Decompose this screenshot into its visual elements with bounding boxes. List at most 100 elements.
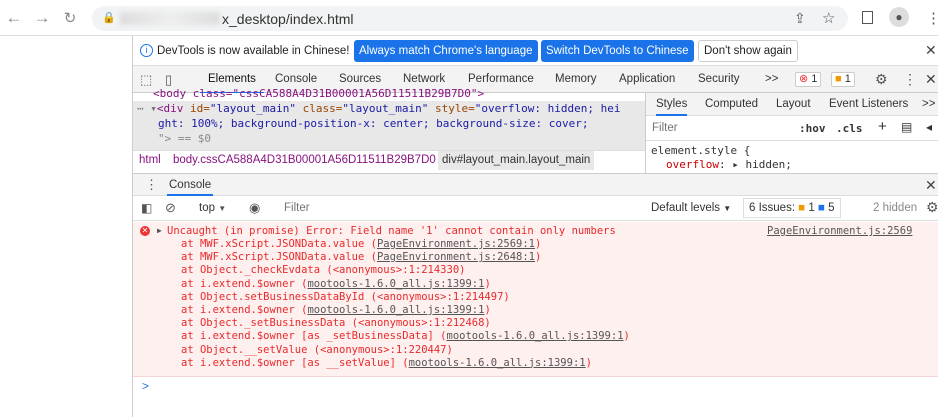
tab-layout[interactable]: Layout <box>776 98 811 110</box>
frame-text: at i.extend.$owner [as __setValue] ( <box>181 356 409 369</box>
tab-console-drawer[interactable]: Console <box>167 179 214 196</box>
tab-elements[interactable]: Elements <box>200 73 264 94</box>
breadcrumb-html[interactable]: html <box>139 154 161 166</box>
device-toolbar-icon[interactable]: ▯ <box>165 72 172 88</box>
live-expression-eye-icon[interactable]: ◉ <box>249 200 260 216</box>
console-prompt[interactable]: > <box>142 379 149 393</box>
frame-source-link[interactable]: PageEnvironment.js:2648:1 <box>377 251 535 263</box>
tab-console[interactable]: Console <box>275 73 317 85</box>
forward-icon[interactable]: → <box>32 8 52 28</box>
dom-node-style-cont: ght: 100%; background-position-x: center… <box>158 117 589 130</box>
drawer-menu-icon[interactable]: ⋮ <box>145 177 158 193</box>
console-drawer-header: ⋮ Console ✕ <box>133 173 938 196</box>
frame-source-link[interactable]: mootools-1.6.0_all.js:1399:1 <box>307 304 484 316</box>
error-icon: ✕ <box>140 226 150 236</box>
frame-text: at i.extend.$owner [as _setBusinessData]… <box>181 330 447 343</box>
share-icon[interactable]: ⇪ <box>794 10 806 27</box>
stack-frame: at Object.__setValue (<anonymous>:1:2204… <box>181 344 453 357</box>
tab-styles[interactable]: Styles <box>656 98 688 116</box>
lock-icon: 🔒 <box>102 12 116 24</box>
profile-avatar-icon[interactable]: ● <box>889 7 909 27</box>
warning-icon: ■ <box>835 73 842 85</box>
issues-button[interactable]: 6 Issues: ■ 1 ■ 5 <box>743 198 841 218</box>
frame-end: ) <box>585 356 592 369</box>
cls-toggle[interactable]: .cls <box>836 122 863 135</box>
dom-node-body[interactable]: <body class="cssCA588A4D31B00001A56D1151… <box>153 87 484 100</box>
styles-filter-input[interactable] <box>649 118 789 138</box>
frame-text: at i.extend.$owner ( <box>181 304 308 316</box>
back-icon[interactable]: ← <box>4 8 24 28</box>
blurred-host <box>120 12 220 25</box>
expand-triangle-icon[interactable]: ▶ <box>157 226 162 235</box>
dom-node-end: "> == $0 <box>158 132 211 145</box>
tab-security[interactable]: Security <box>698 73 740 85</box>
frame-text: at Object._setBusinessData (<anonymous>:… <box>181 317 491 330</box>
star-icon[interactable]: ☆ <box>822 9 835 27</box>
tab-performance[interactable]: Performance <box>468 73 534 85</box>
close-drawer-icon[interactable]: ✕ <box>925 177 937 194</box>
stack-frame: at i.extend.$owner (mootools-1.6.0_all.j… <box>181 304 491 317</box>
tab-network[interactable]: Network <box>403 73 445 85</box>
breadcrumb-body[interactable]: body.cssCA588A4D31B00001A56D11511B29B7D0 <box>173 154 436 166</box>
warning-count-badge[interactable]: ■ 1 <box>831 72 855 87</box>
toggle-sidebar-icon[interactable]: ◂ <box>926 120 932 134</box>
console-filter-input[interactable] <box>279 198 639 218</box>
reload-icon[interactable]: ↻ <box>60 9 80 27</box>
more-tabs-button[interactable]: >> <box>765 73 778 85</box>
language-infobar: i DevTools is now available in Chinese! … <box>133 36 938 66</box>
console-settings-icon[interactable]: ⚙ <box>926 199 938 216</box>
styles-more-tabs[interactable]: >> <box>922 98 935 110</box>
frame-source-link[interactable]: PageEnvironment.js:2569:1 <box>377 238 535 250</box>
frame-text: at Object._checkEvdata (<anonymous>:1:21… <box>181 264 466 277</box>
side-panel-icon[interactable] <box>862 11 873 24</box>
frame-text: at MWF.xScript.JSONData.value ( <box>181 238 377 250</box>
frame-text: at Object.setBusinessDataById (<anonymou… <box>181 290 510 303</box>
frame-source-link[interactable]: mootools-1.6.0_all.js:1399:1 <box>409 357 586 369</box>
inspect-element-icon[interactable]: ⬚ <box>140 72 152 88</box>
frame-source-link[interactable]: mootools-1.6.0_all.js:1399:1 <box>307 278 484 290</box>
tab-computed[interactable]: Computed <box>705 98 758 110</box>
info-icon: i <box>140 44 153 57</box>
tab-application[interactable]: Application <box>619 73 675 85</box>
tab-event-listeners[interactable]: Event Listeners <box>829 98 908 110</box>
hov-toggle[interactable]: :hov <box>799 122 826 135</box>
more-options-icon[interactable]: ⋮ <box>903 71 917 88</box>
devtools: i DevTools is now available in Chinese! … <box>133 36 938 417</box>
clear-console-icon[interactable]: ⊘ <box>165 200 176 216</box>
paint-icon[interactable]: ▤ <box>901 120 912 134</box>
tab-memory[interactable]: Memory <box>555 73 597 85</box>
context-select[interactable]: top ▼ <box>199 202 226 214</box>
stack-frame: at i.extend.$owner (mootools-1.6.0_all.j… <box>181 278 491 291</box>
element-style-rule: element.style { <box>651 144 751 157</box>
frame-text: at Object.__setValue (<anonymous>:1:2204… <box>181 343 453 356</box>
settings-gear-icon[interactable]: ⚙ <box>875 71 888 88</box>
stack-frame: at Object.setBusinessDataById (<anonymou… <box>181 291 510 304</box>
stack-frame: at MWF.xScript.JSONData.value (PageEnvir… <box>181 238 541 251</box>
error-count-badge[interactable]: ⊗ 1 <box>795 72 822 87</box>
tab-sources[interactable]: Sources <box>339 73 381 85</box>
frame-text: at MWF.xScript.JSONData.value ( <box>181 251 377 264</box>
address-bar[interactable]: 🔒 x_desktop/index.html ⇪ ☆ <box>92 6 848 31</box>
frame-end: ) <box>535 238 542 250</box>
error-source-link[interactable]: PageEnvironment.js:2569 <box>767 225 912 238</box>
breadcrumb: html body.cssCA588A4D31B00001A56D11511B2… <box>133 150 645 170</box>
menu-icon[interactable]: ⋮ <box>926 9 938 27</box>
stack-frame: at MWF.xScript.JSONData.value (PageEnvir… <box>181 251 541 264</box>
sidebar-toggle-icon[interactable]: ◧ <box>141 201 152 215</box>
frame-text: at i.extend.$owner ( <box>181 277 308 290</box>
stack-frame: at i.extend.$owner [as __setValue] (moot… <box>181 357 592 370</box>
close-icon[interactable]: ✕ <box>925 42 937 59</box>
match-language-button[interactable]: Always match Chrome's language <box>354 40 538 62</box>
breadcrumb-div[interactable]: div#layout_main.layout_main <box>438 151 595 170</box>
dom-tree: <body class="cssCA588A4D31B00001A56D1151… <box>133 87 645 150</box>
switch-chinese-button[interactable]: Switch DevTools to Chinese <box>541 40 694 62</box>
hidden-count: 2 hidden <box>873 202 918 214</box>
new-style-rule-icon[interactable]: + <box>878 118 887 135</box>
style-property[interactable]: overflow: ▸ hidden; <box>666 158 792 171</box>
log-levels-select[interactable]: Default levels ▼ <box>651 202 731 214</box>
dom-node-div[interactable]: ⋯ ▾<div id="layout_main" class="layout_m… <box>137 102 620 115</box>
frame-source-link[interactable]: mootools-1.6.0_all.js:1399:1 <box>447 330 624 342</box>
browser-toolbar: ← → ↻ 🔒 x_desktop/index.html ⇪ ☆ ● ⋮ <box>0 0 938 36</box>
dont-show-again-button[interactable]: Don't show again <box>698 40 798 62</box>
close-devtools-icon[interactable]: ✕ <box>925 71 937 88</box>
